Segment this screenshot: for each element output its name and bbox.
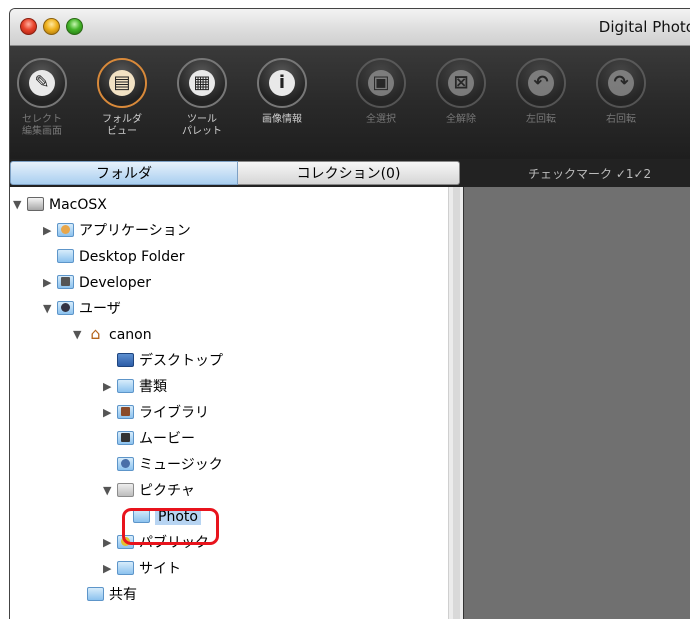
shared-folder-icon <box>87 587 104 601</box>
tree-item-desktop[interactable]: デスクトップ <box>103 349 223 373</box>
tab-folder[interactable]: フォルダ <box>10 161 238 185</box>
highlight-box <box>122 508 219 545</box>
image-info-button[interactable]: i 画像情報 <box>248 58 316 126</box>
disclosure-closed-icon[interactable]: ▶ <box>103 375 117 399</box>
folder-view-button[interactable]: ▤ フォルダ ビュー <box>88 58 156 138</box>
select-all-label: 全選択 <box>366 114 396 125</box>
tree-item-sites[interactable]: ▶ サイト <box>103 557 181 581</box>
folder-view-label: フォルダ ビュー <box>102 114 142 137</box>
pictures-folder-icon <box>117 483 134 497</box>
tree-item-movies[interactable]: ムービー <box>103 427 195 451</box>
minimize-button[interactable] <box>43 18 60 35</box>
tree-item-developer[interactable]: ▶ Developer <box>43 271 151 295</box>
disclosure-open-icon[interactable]: ▼ <box>43 297 57 321</box>
rotate-left-icon: ↶ <box>528 70 554 96</box>
disclosure-open-icon[interactable]: ▼ <box>103 479 117 503</box>
tree-item-documents[interactable]: ▶ 書類 <box>103 375 167 399</box>
sites-folder-icon <box>117 561 134 575</box>
tree-item-music[interactable]: ミュージック <box>103 453 223 477</box>
tree-scrollbar[interactable] <box>448 187 464 619</box>
rotate-right-label: 右回転 <box>606 114 636 125</box>
rotate-right-icon: ↷ <box>608 70 634 96</box>
tool-palette-button[interactable]: ▦ ツール パレット <box>168 58 236 138</box>
disclosure-closed-icon[interactable]: ▶ <box>43 219 57 243</box>
tab-bar: フォルダ コレクション(0) チェックマーク ✓1✓2 <box>10 159 690 187</box>
desktop-icon <box>117 353 134 367</box>
disclosure-open-icon[interactable]: ▼ <box>13 193 27 217</box>
disclosure-closed-icon[interactable]: ▶ <box>103 557 117 581</box>
tree-item-users[interactable]: ▼ ユーザ <box>43 297 121 321</box>
scrollbar-track[interactable] <box>453 187 460 619</box>
tab-collection[interactable]: コレクション(0) <box>238 161 460 185</box>
applications-folder-icon <box>57 223 74 237</box>
folder-view-icon: ▤ <box>109 70 135 96</box>
select-edit-button[interactable]: ✎ セレクト 編集画面 <box>10 58 76 138</box>
developer-folder-icon <box>57 275 74 289</box>
select-all-button[interactable]: ▣ 全選択 <box>347 58 415 126</box>
documents-folder-icon <box>117 379 134 393</box>
hard-drive-icon <box>27 197 44 211</box>
image-info-label: 画像情報 <box>262 114 302 125</box>
zoom-button[interactable] <box>66 18 83 35</box>
disclosure-closed-icon[interactable]: ▶ <box>103 531 117 555</box>
tool-palette-label: ツール パレット <box>182 114 222 137</box>
tree-item-desktop-folder[interactable]: Desktop Folder <box>43 245 184 269</box>
home-icon: ⌂ <box>87 326 104 342</box>
library-folder-icon <box>117 405 134 419</box>
thumbnail-area[interactable] <box>463 187 690 619</box>
tool-palette-icon: ▦ <box>189 70 215 96</box>
app-window: Digital Photo ✎ セレクト 編集画面 ▤ フォルダ ビュー ▦ ツ… <box>9 8 690 619</box>
rotate-left-button[interactable]: ↶ 左回転 <box>507 58 575 126</box>
rotate-right-button[interactable]: ↷ 右回転 <box>587 58 655 126</box>
select-edit-icon: ✎ <box>29 70 55 96</box>
tree-item-canon[interactable]: ▼ ⌂ canon <box>73 323 152 347</box>
toolbar: ✎ セレクト 編集画面 ▤ フォルダ ビュー ▦ ツール パレット i 画像情報… <box>10 46 690 159</box>
deselect-all-label: 全解除 <box>446 114 476 125</box>
checkmark-filter[interactable]: チェックマーク ✓1✓2 <box>528 165 651 182</box>
deselect-all-button[interactable]: ⊠ 全解除 <box>427 58 495 126</box>
window-title: Digital Photo <box>598 18 690 36</box>
close-button[interactable] <box>20 18 37 35</box>
disclosure-closed-icon[interactable]: ▶ <box>43 271 57 295</box>
folder-icon <box>57 249 74 263</box>
disclosure-closed-icon[interactable]: ▶ <box>103 401 117 425</box>
folder-tree: ▼ MacOSX ▶ アプリケーション Desktop Folder ▶ Develo… <box>10 187 448 619</box>
deselect-all-icon: ⊠ <box>448 70 474 96</box>
tree-item-pictures[interactable]: ▼ ピクチャ <box>103 479 195 503</box>
tree-item-macosx[interactable]: ▼ MacOSX <box>13 193 107 217</box>
users-folder-icon <box>57 301 74 315</box>
music-folder-icon <box>117 457 134 471</box>
title-bar: Digital Photo <box>10 9 690 46</box>
select-all-icon: ▣ <box>368 70 394 96</box>
rotate-left-label: 左回転 <box>526 114 556 125</box>
movies-folder-icon <box>117 431 134 445</box>
tree-item-shared[interactable]: 共有 <box>73 583 137 607</box>
tree-item-library[interactable]: ▶ ライブラリ <box>103 401 209 425</box>
select-edit-label: セレクト 編集画面 <box>22 114 62 137</box>
disclosure-open-icon[interactable]: ▼ <box>73 323 87 347</box>
info-icon: i <box>269 70 295 96</box>
tree-item-applications[interactable]: ▶ アプリケーション <box>43 219 191 243</box>
